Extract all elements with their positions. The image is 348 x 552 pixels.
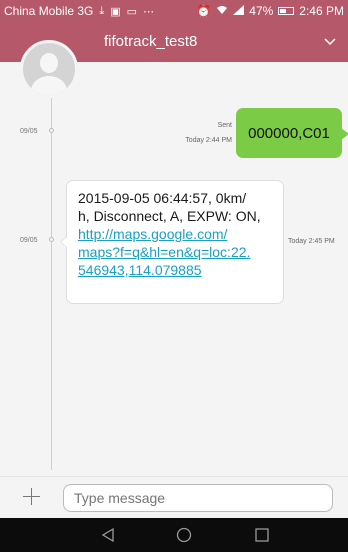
add-attachment-icon[interactable] [22, 487, 42, 507]
composer-bar [0, 476, 348, 518]
signal-icon [233, 4, 245, 18]
map-link-line[interactable]: maps?f=q&hl=en&q=loc:22. [78, 243, 275, 261]
back-icon[interactable] [100, 527, 116, 543]
avatar[interactable] [20, 40, 78, 98]
wifi-icon [216, 4, 228, 18]
download-icon: ⤓ [99, 4, 105, 17]
sent-status: Sent [217, 122, 232, 129]
message-time: Today 2:44 PM [185, 137, 232, 144]
battery-icon [278, 7, 295, 15]
message-time: Today 2:45 PM [288, 238, 335, 245]
message-input[interactable] [63, 484, 333, 512]
received-message-bubble[interactable]: 2015-09-05 06:44:57, 0km/ h, Disconnect,… [60, 180, 284, 304]
more-dots-icon: ⋯ [143, 5, 155, 18]
alarm-icon: ⏰ [196, 4, 212, 18]
map-link-line[interactable]: http://maps.google.com/ [78, 225, 275, 243]
contact-name[interactable]: fifotrack_test8 [104, 33, 197, 50]
screen-icon: ▭ [126, 5, 138, 18]
map-link-line[interactable]: 546943,114.079885 [78, 261, 275, 279]
home-icon[interactable] [176, 527, 192, 543]
chevron-down-icon[interactable] [324, 36, 336, 48]
sent-message-bubble[interactable]: 000000,C01 [236, 108, 348, 158]
message-text: 000000,C01 [248, 124, 330, 142]
navigation-bar [0, 518, 348, 552]
status-bar: China Mobile 3G ⤓ ▣ ▭ ⋯ ⏰ 47% 2:46 PM [0, 0, 348, 22]
message-text-line: h, Disconnect, A, EXPW: ON, [78, 208, 261, 224]
image-icon: ▣ [110, 5, 121, 18]
notification-icons: ⤓ ▣ ▭ ⋯ [99, 5, 154, 18]
message-date: 09/05 [20, 128, 38, 135]
system-icons: ⏰ 47% 2:46 PM [196, 4, 344, 18]
message-date: 09/05 [20, 237, 38, 244]
clock: 2:46 PM [299, 4, 344, 18]
recents-icon[interactable] [254, 527, 270, 543]
carrier-name: China Mobile 3G [4, 4, 94, 18]
timeline-dot [49, 128, 54, 133]
timeline-dot [49, 237, 54, 242]
message-text-line: 2015-09-05 06:44:57, 0km/ [78, 190, 247, 206]
timeline-line [51, 98, 52, 470]
avatar-body-shape [31, 76, 67, 95]
avatar-head-shape [40, 53, 58, 73]
battery-percent: 47% [249, 4, 274, 18]
